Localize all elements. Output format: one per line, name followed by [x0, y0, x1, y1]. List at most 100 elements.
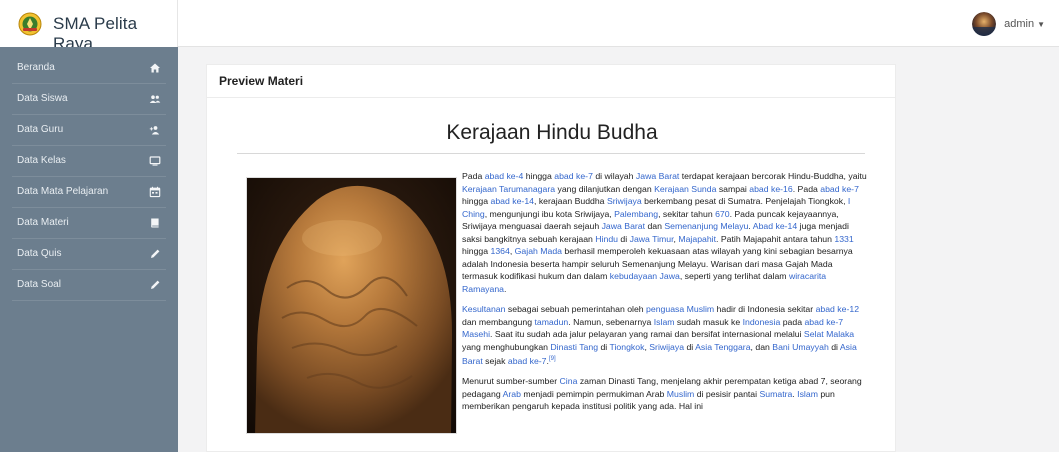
article-link[interactable]: Kerajaan Sunda — [654, 184, 716, 194]
article-link[interactable]: Kesultanan — [462, 304, 505, 314]
article-link[interactable]: Jawa Timur — [630, 234, 674, 244]
sidebar-item-label: Data Mata Pelajaran — [17, 186, 109, 197]
article-link[interactable]: Selat Malaka — [804, 329, 854, 339]
sidebar-item-label: Beranda — [17, 62, 55, 73]
article-link[interactable]: abad ke-14 — [491, 196, 534, 206]
article-text: sebagai sebuah pemerintahan oleh — [505, 304, 647, 314]
article-link[interactable]: Arab — [503, 389, 521, 399]
pencil-icon — [151, 249, 160, 258]
article-text: sejak — [482, 355, 508, 366]
article-paragraph: Kesultanan sebagai sebuah pemerintahan o… — [462, 303, 867, 367]
article-link[interactable]: Islam — [654, 317, 675, 327]
article-text: hingga — [462, 246, 491, 256]
sidebar-item-data-materi[interactable]: Data Materi — [0, 208, 178, 239]
article-link[interactable]: penguasa Muslim — [646, 304, 714, 314]
article-text: hingga — [523, 171, 555, 181]
calendar-icon — [149, 186, 161, 198]
article-text: di pesisir pantai — [694, 388, 760, 399]
article-link[interactable]: Palembang — [614, 209, 658, 219]
article-link[interactable]: abad ke-4 — [485, 171, 524, 181]
article-text: dan membangung — [462, 316, 535, 327]
article-paragraph: Pada abad ke-4 hingga abad ke-7 di wilay… — [462, 170, 867, 295]
article-text: dan — [645, 221, 665, 231]
brand[interactable]: SMA Pelita Raya — [0, 0, 178, 53]
article-text: di — [598, 341, 610, 352]
sidebar-item-label: Data Soal — [17, 279, 61, 290]
article-link[interactable]: Semenanjung Melayu — [664, 221, 748, 231]
article-link[interactable]: Majapahit — [678, 234, 716, 244]
article-link[interactable]: abad ke-7 — [554, 171, 593, 181]
citation-link[interactable]: [9] — [549, 356, 556, 362]
user-name: admin — [1004, 18, 1035, 30]
article-link[interactable]: Kerajaan Tarumanagara — [462, 184, 555, 194]
article-link[interactable]: Cina — [560, 376, 578, 386]
caret-down-icon: ▼ — [1037, 19, 1045, 29]
article-link[interactable]: Sumatra — [760, 389, 793, 399]
sidebar-item-label: Data Kelas — [17, 155, 66, 166]
article-link[interactable]: Gajah Mada — [515, 246, 562, 256]
article-text: , sekitar tahun — [658, 208, 716, 219]
article-link[interactable]: Asia Tenggara — [695, 342, 750, 352]
article-link[interactable]: Bani Umayyah — [772, 342, 829, 352]
school-crest-icon — [18, 12, 42, 36]
sidebar-item-data-soal[interactable]: Data Soal — [0, 270, 178, 301]
article-text: berkembang pesat di Sumatra. Penjelajah … — [641, 196, 848, 206]
article-text: yang menghubungkan — [462, 341, 551, 352]
article-link[interactable]: abad ke-7 — [820, 184, 859, 194]
sidebar-item-beranda[interactable]: Beranda — [0, 53, 178, 84]
article-text: pada — [780, 316, 805, 327]
sidebar-item-label: Data Siswa — [17, 93, 68, 104]
stone-inscription-photo — [246, 177, 457, 434]
article-text: di wilayah — [592, 171, 636, 181]
article-text: Menurut sumber-sumber — [462, 376, 560, 387]
article-link[interactable]: Sriwijaya — [649, 342, 684, 352]
book-icon — [151, 218, 159, 228]
sidebar-item-data-siswa[interactable]: Data Siswa — [0, 84, 178, 115]
sidebar-item-label: Data Guru — [17, 124, 64, 135]
article-text: sudah masuk ke — [674, 316, 743, 327]
article-link[interactable]: Islam — [797, 389, 818, 399]
article-text: , mengunjungi ibu kota Sriwijaya, — [484, 208, 615, 219]
article-link[interactable]: Muslim — [667, 389, 695, 399]
divider — [237, 153, 865, 154]
preview-panel: Preview Materi Kerajaan Hindu Budha Pada… — [206, 64, 896, 452]
article-text: Pada — [462, 171, 485, 181]
article-link[interactable]: abad ke-16 — [749, 184, 792, 194]
article-link[interactable]: Hindu — [595, 234, 618, 244]
article-link[interactable]: Indonesia — [743, 317, 781, 327]
article-text: . — [504, 283, 507, 294]
article-text: . Patih Majapahit antara tahun — [716, 233, 835, 244]
article-link[interactable]: Sriwijaya — [607, 196, 642, 206]
sidebar-item-data-mata-pelajaran[interactable]: Data Mata Pelajaran — [0, 177, 178, 208]
sidebar-item-label: Data Quis — [17, 248, 62, 259]
article-text: yang dilanjutkan dengan — [555, 183, 655, 194]
article-link[interactable]: Jawa Barat — [602, 221, 645, 231]
article-link[interactable]: abad ke-7 — [508, 356, 547, 366]
article-text: di — [828, 341, 840, 352]
sidebar-item-data-quis[interactable]: Data Quis — [0, 239, 178, 270]
article-link[interactable]: 670 — [715, 209, 730, 219]
article-link[interactable]: abad ke-12 — [816, 304, 859, 314]
home-icon — [150, 63, 160, 73]
article-text: , dan — [750, 341, 773, 352]
article-link[interactable]: Dinasti Tang — [550, 342, 598, 352]
sidebar: Beranda Data Siswa Data Guru Data Kelas … — [0, 47, 178, 452]
article-text: . Saat itu sudah ada jalur pelayaran yan… — [490, 329, 804, 339]
pencil-icon — [151, 280, 160, 289]
article-text: di — [684, 341, 696, 352]
article-paragraph-continuation: tampak pada tahun 100 H (718 M) Raja Sri… — [236, 448, 876, 451]
user-menu[interactable]: admin ▼ — [972, 12, 1045, 36]
sidebar-item-data-kelas[interactable]: Data Kelas — [0, 146, 178, 177]
article-link[interactable]: 1331 — [834, 234, 853, 244]
article-text: menjadi pemimpin permukiman Arab — [520, 388, 667, 399]
article-link[interactable]: Abad ke-14 — [753, 221, 797, 231]
article-link[interactable]: Tiongkok — [610, 342, 645, 352]
article-link[interactable]: kebudayaan Jawa — [610, 271, 680, 281]
sidebar-item-data-guru[interactable]: Data Guru — [0, 115, 178, 146]
article-link[interactable]: 1364 — [491, 246, 510, 256]
article-link[interactable]: Jawa Barat — [636, 171, 679, 181]
sidebar-item-label: Data Materi — [17, 217, 69, 228]
users-icon — [149, 95, 161, 103]
article-link[interactable]: tamadun — [534, 317, 568, 327]
article-paragraph: Menurut sumber-sumber Cina zaman Dinasti… — [462, 375, 867, 413]
